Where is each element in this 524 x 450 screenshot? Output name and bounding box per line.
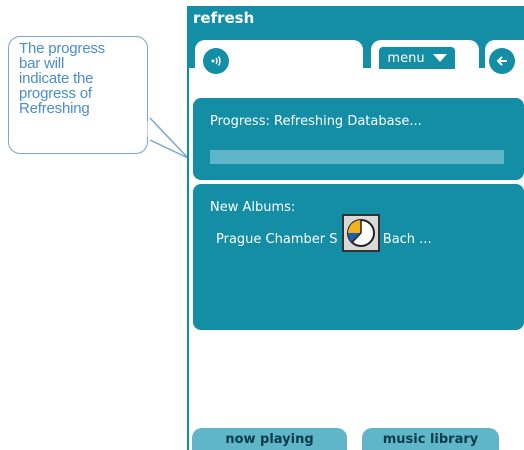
screen-edge bbox=[187, 6, 189, 450]
callout-line-2: bar will bbox=[19, 55, 65, 72]
window-title: refresh bbox=[193, 9, 255, 27]
speaker-icon bbox=[211, 56, 221, 66]
progress-bar bbox=[210, 150, 504, 164]
album-list-item[interactable]: Prague Chamber S- J.S. Bach ... bbox=[216, 232, 432, 247]
device-screen: refresh menu Progress: Refreshing Databa… bbox=[187, 6, 524, 450]
callout-line-3: indicate the bbox=[19, 70, 94, 87]
menu-label: menu bbox=[387, 50, 425, 66]
back-arrow-icon bbox=[497, 56, 507, 66]
music-library-button[interactable]: music library bbox=[362, 428, 499, 450]
callout-line-4: progress of bbox=[19, 85, 92, 102]
progress-label: Progress: Refreshing Database... bbox=[210, 114, 422, 129]
progress-panel: Progress: Refreshing Database... bbox=[193, 98, 524, 180]
back-button[interactable] bbox=[489, 48, 515, 74]
callout-line-5: Refreshing bbox=[19, 100, 90, 117]
busy-indicator bbox=[342, 214, 380, 252]
now-playing-button[interactable]: now playing bbox=[192, 428, 347, 450]
busy-pie-icon bbox=[347, 219, 375, 247]
new-albums-panel: New Albums: Prague Chamber S- J.S. Bach … bbox=[193, 184, 524, 330]
speaker-button[interactable] bbox=[203, 48, 229, 74]
chevron-down-icon bbox=[432, 54, 447, 62]
callout-line-1: The progress bbox=[19, 40, 105, 57]
new-albums-label: New Albums: bbox=[210, 200, 296, 215]
annotation-callout: The progress bar will indicate the progr… bbox=[8, 36, 148, 154]
menu-button[interactable]: menu bbox=[379, 47, 455, 69]
album-title-part: Prague Chamber S bbox=[216, 232, 338, 247]
